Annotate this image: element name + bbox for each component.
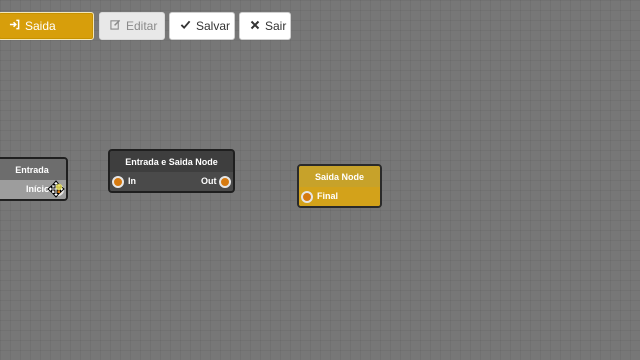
check-icon	[180, 19, 191, 33]
close-icon	[250, 20, 260, 33]
sign-in-icon	[9, 19, 20, 33]
entrada-node-title: Entrada	[0, 159, 66, 180]
entrada-saida-input-port[interactable]	[112, 176, 124, 188]
entrada-output-label: Início	[26, 184, 50, 194]
editar-button-label: Editar	[126, 19, 158, 33]
editar-button[interactable]: Editar	[99, 12, 165, 40]
saida-button-label: Saida	[25, 19, 56, 33]
saida-input-label: Final	[317, 191, 339, 201]
entrada-saida-node-ports: In Out	[110, 172, 233, 191]
entrada-saida-input-label: In	[128, 176, 136, 186]
saida-node[interactable]: Saida Node Final	[297, 164, 382, 208]
saida-input-port[interactable]	[301, 191, 313, 203]
sair-button[interactable]: Sair	[239, 12, 291, 40]
saida-node-ports: Final	[299, 187, 380, 206]
entrada-saida-node[interactable]: Entrada e Saida Node In Out	[108, 149, 235, 193]
move-cursor-icon	[47, 180, 65, 203]
saida-node-title: Saida Node	[299, 166, 380, 187]
salvar-button[interactable]: Salvar	[169, 12, 235, 40]
entrada-saida-output-label: Out	[201, 176, 217, 186]
saida-button[interactable]: Saida	[0, 12, 94, 40]
entrada-saida-node-title: Entrada e Saida Node	[110, 151, 233, 172]
edit-icon	[110, 19, 121, 33]
entrada-saida-output-port[interactable]	[219, 176, 231, 188]
salvar-button-label: Salvar	[196, 19, 231, 33]
sair-button-label: Sair	[265, 19, 287, 33]
